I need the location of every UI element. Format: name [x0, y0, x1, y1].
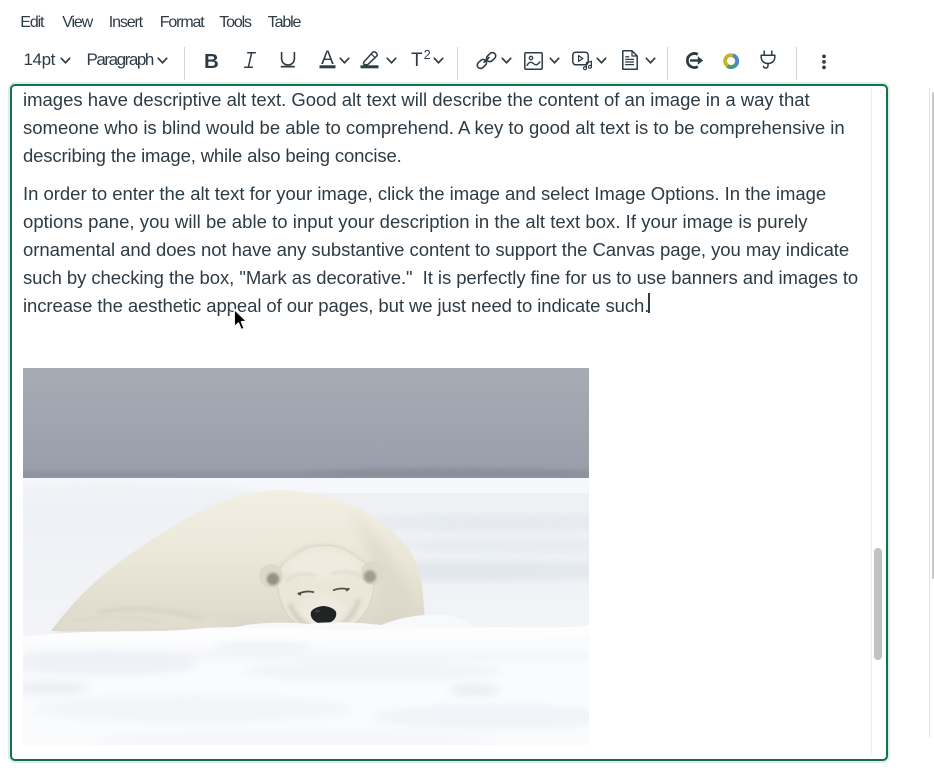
svg-text:2: 2	[424, 50, 431, 62]
svg-text:T: T	[411, 50, 423, 68]
